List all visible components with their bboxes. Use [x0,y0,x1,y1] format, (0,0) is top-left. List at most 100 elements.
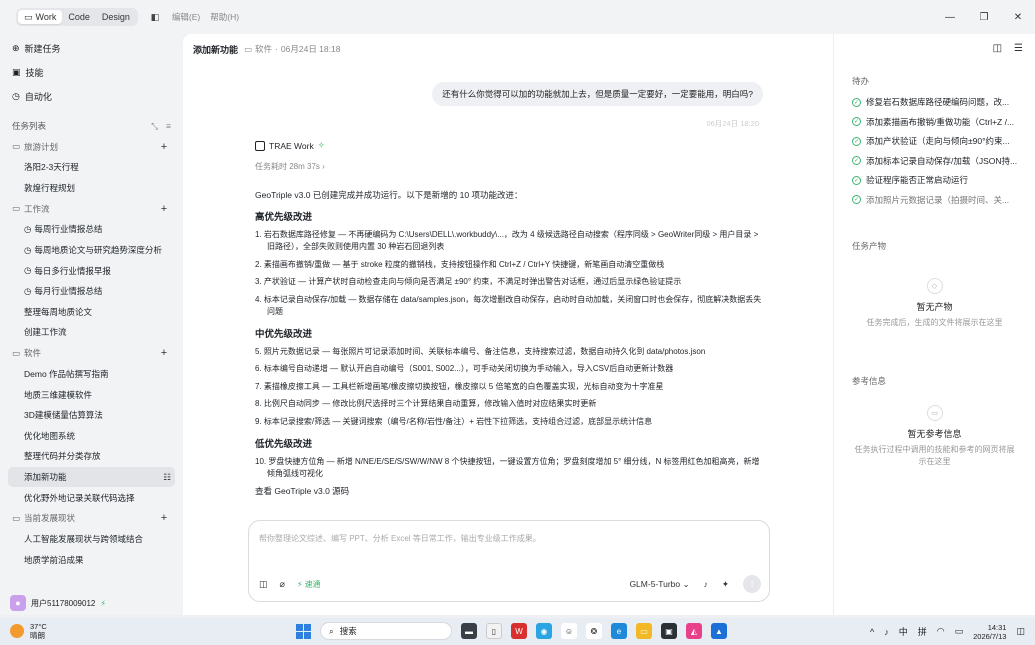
taskbar: 37°C 晴朗 ⌕ 搜索 ▬ ▯ W ◉ ☺ ❂ e ▭ ▣ ◭ ▲ ^ ♪ 中 拼… [0,618,1035,645]
todo-item[interactable]: ✓ 修复岩石数据库路径硬编码问题，改... [852,96,1027,108]
task-item[interactable]: 整理每周地质论文 [0,302,183,323]
mode-toggle-icon[interactable]: ◫ [259,579,268,590]
send-button[interactable]: ↑ [743,575,761,593]
list-item: 6. 标本编号自动递增 — 默认开启自动编号（S001, S002...），可手… [255,364,674,373]
mode-code[interactable]: Code [62,10,96,24]
chatgpt-icon[interactable]: ❂ [586,623,602,639]
ime-pinyin[interactable]: 拼 [918,625,927,638]
ime-mode[interactable]: 中 [899,625,908,638]
app-blue-icon[interactable]: ◉ [536,623,552,639]
composer[interactable]: 帮你整理论文综述、编写 PPT、分析 Excel 等日常工作，输出专业级工作成果… [248,520,770,602]
add-task-button[interactable]: + [157,511,171,525]
trae-icon[interactable]: ▣ [661,623,677,639]
task-item[interactable]: 优化野外地记录关联代码选择 [0,487,183,508]
minimize-icon[interactable]: — [933,0,967,34]
task-item-active[interactable]: 添加新功能 ☷ [8,466,175,488]
battery-icon[interactable]: ▭ [955,626,964,637]
task-item[interactable]: 敦煌行程规划 [0,178,183,199]
skills-icon: ▣ [12,66,21,77]
file-explorer-icon[interactable]: ▭ [636,623,652,639]
response-intro: GeoTriple v3.0 已创建完成并成功运行。以下是新增的 10 项功能改… [255,190,523,200]
elapsed-time[interactable]: 任务耗时 28m 37s › [255,161,765,172]
collapse-all-icon[interactable]: ⤡ [151,121,158,132]
settings-sliders-icon[interactable]: ☰ [1014,43,1023,54]
app-photos-icon[interactable]: ▲ [711,623,727,639]
list-item: 4. 标本记录自动保存/加载 — 数据存储在 data/samples.json… [255,294,762,316]
start-button[interactable] [296,623,311,639]
search-icon: ⌕ [329,625,334,636]
menu-help[interactable]: 帮助(H) [210,11,239,23]
user-message: 还有什么你觉得可以加的功能就加上去，但是质量一定要好，一定要能用，明白吗? [432,82,763,106]
task-item[interactable]: 人工智能发展现状与跨领域结合 [0,529,183,550]
microphone-icon[interactable]: ♪ [884,627,889,637]
task-list-icon[interactable]: ☷ [163,472,171,483]
task-item[interactable]: ◷ 每周行业情报总结 [0,219,183,240]
task-list-header: 任务列表 ⤡ ≡ [12,120,171,132]
task-item[interactable]: 地质三维建模软件 [0,384,183,405]
add-task-button[interactable]: + [157,140,171,154]
clock[interactable]: 14:31 2026/7/13 [973,623,1006,641]
chevron-up-icon[interactable]: ^ [870,627,874,637]
task-item[interactable]: ◷ 每日多行业情报早报 [0,260,183,281]
toggle-sidebar-icon[interactable]: ◧ [148,10,162,24]
group-software[interactable]: ▭ 软件 + [0,343,183,364]
section-heading: 高优先级改进 [255,212,313,223]
menu-edit[interactable]: 编辑(E) [172,11,200,23]
magic-icon[interactable]: ✦ [722,579,729,590]
nav-automation[interactable]: ◷ 自动化 [0,84,183,108]
task-item[interactable]: 3D建模储量估算算法 [0,405,183,426]
todo-item[interactable]: ✓ 验证程序能否正常启动运行 [852,174,1027,186]
app-cat-icon[interactable]: ☺ [561,623,577,639]
task-item[interactable]: ◷ 每月行业情报总结 [0,281,183,302]
app-pink-icon[interactable]: ◭ [686,623,702,639]
wifi-icon[interactable]: ◠ [937,626,945,637]
notification-icon[interactable]: ◫ [1016,626,1025,637]
attach-icon[interactable]: ⌀ [280,579,285,590]
wps-icon[interactable]: W [511,623,527,639]
restore-icon[interactable]: ❐ [967,0,1001,34]
task-item[interactable]: Demo 作品帖撰写指南 [0,364,183,385]
task-item[interactable]: 创建工作流 [0,322,183,343]
task-item[interactable]: 洛阳2-3天行程 [0,157,183,178]
clock-icon: ◷ [24,244,32,255]
notepad-icon[interactable]: ▯ [486,623,502,639]
mode-design[interactable]: Design [96,10,136,24]
filter-icon[interactable]: ≡ [166,121,171,132]
folder-icon: ▭ [12,203,21,214]
edge-icon[interactable]: e [611,623,627,639]
close-icon[interactable]: ✕ [1001,0,1035,34]
composer-placeholder[interactable]: 帮你整理论文综述、编写 PPT、分析 Excel 等日常工作，输出专业级工作成果… [259,533,541,544]
group-travel[interactable]: ▭ 旅游计划 + [0,136,183,157]
add-task-button[interactable]: + [157,202,171,216]
fast-mode-toggle[interactable]: ⚡ 速通 [297,579,321,590]
task-item[interactable]: 地质学前沿成果 [0,550,183,571]
todo-item[interactable]: ✓ 添加素描画布撤销/重做功能（Ctrl+Z /... [852,116,1027,128]
main-panel: 添加新功能 ▭ 软件 · 06月24日 18:18 还有什么你觉得可以加的功能就… [183,34,833,615]
agent-response: TRAE Work ✧ 任务耗时 28m 37s › GeoTriple v3.… [255,140,765,497]
task-item[interactable]: ◷ 每周地质论文与研究趋势深度分析 [0,240,183,261]
nav-skills[interactable]: ▣ 技能 [0,60,183,84]
sidebar: ⊕ 新建任务 ▣ 技能 ◷ 自动化 任务列表 ⤡ ≡ ▭ 旅游计划 + 洛阳2-3天行程 … [0,34,183,615]
nav-new-task[interactable]: ⊕ 新建任务 [0,36,183,60]
todo-item[interactable]: ✓ 添加产状验证（走向与倾向±90°约束... [852,135,1027,147]
todo-item[interactable]: ✓ 添加标本记录自动保存/加载（JSON持... [852,155,1027,167]
add-task-button[interactable]: + [157,346,171,360]
list-item: 7. 素描橡皮擦工具 — 工具栏新增画笔/橡皮擦切换按钮，橡皮擦以 5 倍笔宽的… [255,381,664,391]
task-item[interactable]: 整理代码并分类存放 [0,446,183,467]
view-source-link[interactable]: 查看 GeoTriple v3.0 源码 [255,485,765,497]
group-workflow[interactable]: ▭ 工作流 + [0,198,183,219]
mode-work[interactable]: ▭ Work [18,10,63,24]
weather-widget[interactable]: 37°C 晴朗 [10,622,47,640]
box-icon: ◇ [926,278,943,294]
microphone-icon[interactable]: ♪ [704,579,708,589]
model-selector[interactable]: GLM-5-Turbo ⌄ [629,579,689,590]
page-title: 添加新功能 [193,44,239,55]
check-circle-icon: ✓ [852,117,861,126]
panel-toggle-icon[interactable]: ◫ [993,43,1002,54]
task-item[interactable]: 优化地图系统 [0,426,183,447]
group-current-status[interactable]: ▭ 当前发展现状 + [0,508,183,529]
taskbar-search[interactable]: ⌕ 搜索 [320,622,452,640]
task-view-icon[interactable]: ▬ [461,623,477,639]
user-profile[interactable]: ● 用户51178009012 ⚡ [10,595,106,611]
todo-item[interactable]: ✓ 添加照片元数据记录（拍摄时间、关... [852,194,1027,206]
